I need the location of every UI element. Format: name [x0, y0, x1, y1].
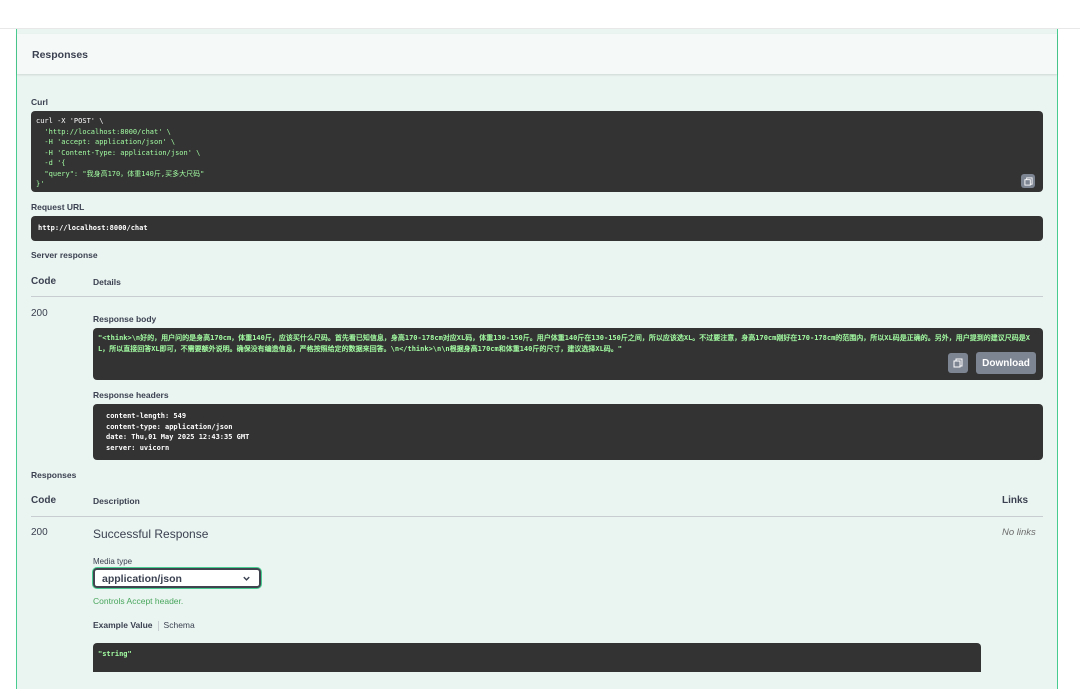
responses-description-header: Description — [93, 496, 140, 506]
curl-line: "query": "我身高170，体重140斤,买多大尺码" — [36, 169, 205, 178]
curl-line: curl -X 'POST' \ — [36, 117, 104, 125]
response-header-line: content-type: application/json — [106, 422, 233, 431]
tab-schema[interactable]: Schema — [164, 620, 195, 630]
response-code: 200 — [31, 527, 48, 538]
example-value-block[interactable]: "string" — [93, 643, 981, 672]
curl-line: 'http://localhost:8000/chat' \ — [36, 127, 171, 136]
request-url-box[interactable]: http://localhost:8000/chat — [31, 216, 1043, 241]
divider — [31, 516, 1043, 517]
responses-section-title: Responses — [32, 49, 89, 61]
response-headers-label: Response headers — [93, 390, 169, 400]
request-url-value: http://localhost:8000/chat — [38, 224, 148, 232]
response-header-line: server: uvicorn — [106, 443, 170, 452]
curl-line: -H 'accept: application/json' \ — [36, 138, 176, 146]
tab-example-value[interactable]: Example Value — [93, 620, 153, 630]
response-header-line: date: Thu,01 May 2025 12:43:35 GMT — [106, 433, 250, 441]
divider — [31, 296, 1043, 297]
responses-code-header: Code — [31, 495, 56, 506]
response-links: No links — [1002, 527, 1036, 538]
media-type-value: application/json — [102, 573, 182, 585]
media-type-label: Media type — [93, 557, 133, 566]
response-headers-block[interactable]: content-length: 549 content-type: applic… — [93, 404, 1043, 460]
server-details-header: Details — [93, 277, 121, 287]
response-body-label: Response body — [93, 314, 157, 324]
copy-icon — [953, 358, 963, 368]
media-type-select[interactable]: application/json — [93, 568, 261, 588]
responses-links-header: Links — [1002, 495, 1029, 506]
controls-accept-note: Controls Accept header. — [93, 596, 184, 606]
responses-section-header: Responses — [17, 34, 1057, 74]
response-description: Successful Response — [93, 527, 209, 541]
download-button[interactable]: Download — [976, 352, 1036, 374]
request-url-label: Request URL — [31, 202, 85, 212]
response-body-block[interactable]: "<think>\n好的，用户问的是身高170cm，体重140斤，应该买什么尺码… — [93, 328, 1043, 380]
responses-label: Responses — [31, 470, 77, 480]
curl-code-block[interactable]: curl -X 'POST' \ 'http://localhost:8000/… — [31, 111, 1043, 192]
server-response-code: 200 — [31, 308, 48, 319]
curl-line: }' — [36, 180, 45, 188]
copy-curl-button[interactable] — [1021, 174, 1035, 188]
curl-line: -d '{ — [36, 159, 66, 167]
response-body-text: "<think>\n好的，用户问的是身高170cm，体重140斤，应该买什么尺码… — [98, 334, 1030, 353]
copy-response-body-button[interactable] — [948, 353, 968, 373]
response-header-line: content-length: 549 — [106, 412, 187, 420]
tab-separator — [157, 620, 159, 631]
copy-icon — [1023, 176, 1033, 186]
curl-label: Curl — [31, 97, 48, 107]
top-bar — [0, 0, 1080, 29]
example-value-text: "string" — [98, 650, 132, 658]
example-schema-tabs: Example Value Schema — [93, 620, 195, 631]
server-code-header: Code — [31, 276, 56, 287]
server-response-label: Server response — [31, 250, 98, 260]
curl-line: -H 'Content-Type: application/json' \ — [36, 148, 201, 157]
chevron-down-icon — [243, 576, 250, 581]
